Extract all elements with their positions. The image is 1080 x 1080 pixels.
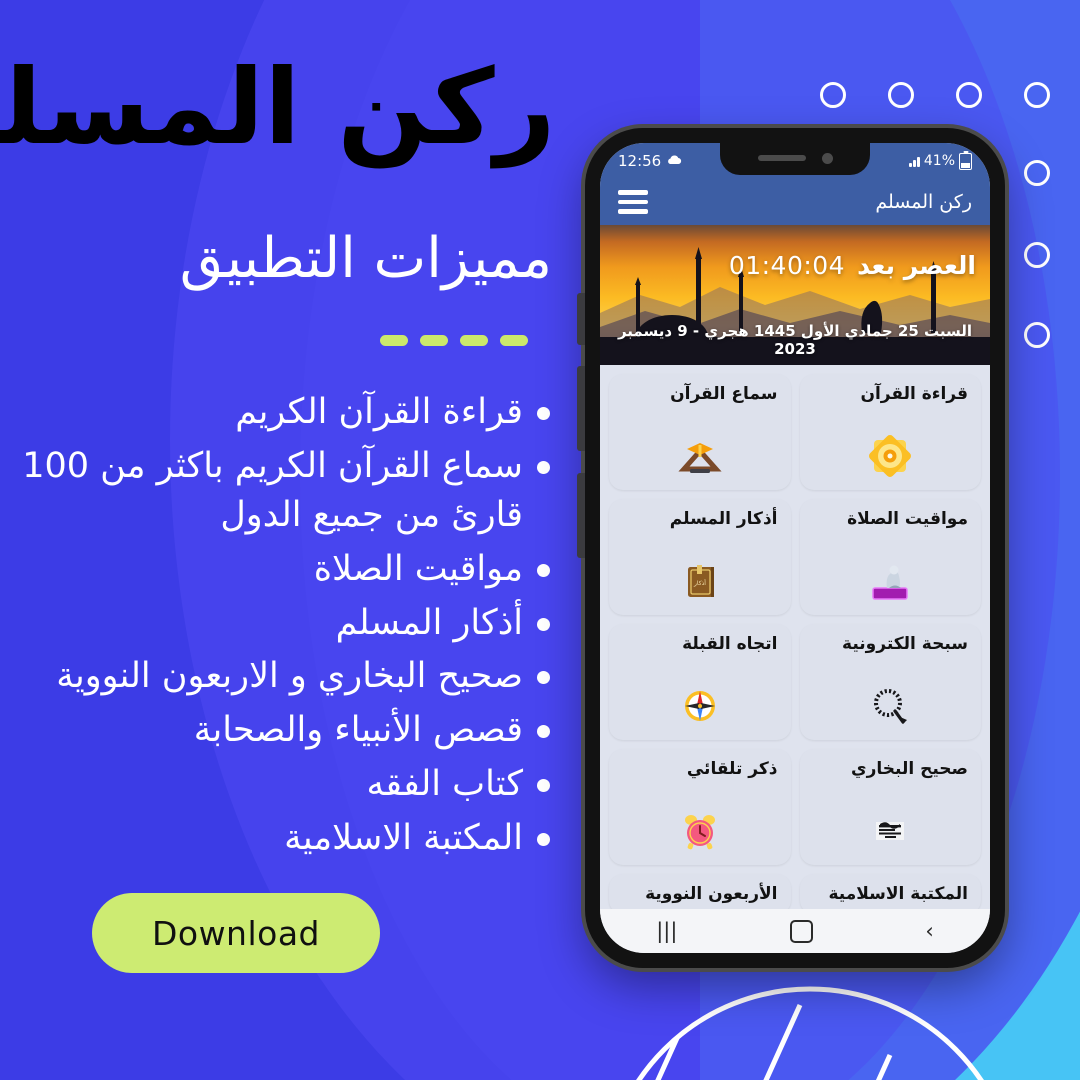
tile-label: قراءة القرآن — [860, 384, 968, 404]
status-bar-right: 41% — [909, 152, 972, 170]
praying-person-icon — [865, 556, 915, 606]
divider-dash — [420, 335, 448, 346]
phone-mockup: 12:56 41% ركن المسلم العصر بعد 01:40:04 … — [577, 128, 1005, 968]
app-bar: ركن المسلم — [600, 179, 990, 225]
star-ornament-icon — [865, 431, 915, 481]
bullet-icon — [537, 407, 550, 420]
tile-qibla[interactable]: اتجاه القبلة — [609, 624, 791, 740]
front-camera-icon — [821, 152, 833, 164]
tile-quran-listening[interactable]: سماع القرآن — [609, 374, 791, 490]
tile-label: اتجاه القبلة — [682, 634, 778, 654]
promo-canvas: ركن المسلم مميزات التطبيق قراءة القرآن ا… — [0, 0, 1080, 1080]
list-item: سماع القرآن الكريم باكثر من 100 قارئ من … — [20, 442, 550, 541]
list-item: المكتبة الاسلامية — [20, 814, 550, 864]
cloud-icon — [666, 152, 682, 170]
decor-circle-icon — [1024, 242, 1050, 268]
phone-notch — [720, 143, 870, 175]
tile-label: سبحة الكترونية — [842, 634, 968, 654]
phone-volume-up-button[interactable] — [577, 366, 585, 451]
feature-list: قراءة القرآن الكريم سماع القرآن الكريم ب… — [20, 388, 550, 867]
tile-label: صحيح البخاري — [851, 759, 968, 779]
bullet-icon — [537, 725, 550, 739]
page-title: ركن المسلم — [0, 46, 558, 168]
alarm-clock-icon — [675, 806, 725, 856]
feature-label: قصص الأنبياء والصحابة — [193, 710, 523, 751]
list-item: قراءة القرآن الكريم — [20, 388, 550, 438]
prayer-countdown-value: 01:40:04 — [728, 251, 846, 280]
prayer-countdown-row: العصر بعد 01:40:04 — [729, 251, 976, 280]
phone-screen: 12:56 41% ركن المسلم العصر بعد 01:40:04 … — [600, 143, 990, 953]
list-item: صحيح البخاري و الاربعون النووية — [20, 652, 550, 702]
hijri-date-label: السبت 25 جمادي الأول 1445 هجري - 9 ديسمب… — [617, 322, 973, 358]
bullet-icon — [537, 671, 550, 685]
decor-circle-icon — [888, 82, 914, 108]
status-bar-left: 12:56 — [618, 152, 682, 170]
tile-label: ذكر تلقائي — [686, 759, 778, 779]
signal-bars-icon — [909, 155, 920, 167]
prayer-banner: العصر بعد 01:40:04 السبت 25 جمادي الأول … — [600, 225, 990, 365]
feature-label: كتاب الفقه — [366, 763, 523, 804]
status-bar: 12:56 41% — [600, 143, 990, 179]
android-nav-bar: ||| ‹ — [600, 909, 990, 953]
list-item: مواقيت الصلاة — [20, 545, 550, 595]
decor-circle-icon — [1024, 82, 1050, 108]
compass-icon — [675, 681, 725, 731]
feature-label: أذكار المسلم — [335, 602, 523, 643]
tile-azkar[interactable]: أذكار المسلم أذكار — [609, 499, 791, 615]
decor-circle-icon — [1024, 322, 1050, 348]
divider-dashes — [380, 335, 528, 346]
feature-label: المكتبة الاسلامية — [284, 817, 523, 858]
prayer-beads-icon — [865, 681, 915, 731]
tile-label: مواقيت الصلاة — [847, 509, 968, 529]
hamburger-menu-icon[interactable] — [618, 190, 648, 214]
bullet-icon — [537, 617, 550, 631]
tile-quran-reading[interactable]: قراءة القرآن — [799, 374, 981, 490]
divider-dash — [460, 335, 488, 346]
tile-auto-dhikr[interactable]: ذكر تلقائي — [609, 749, 791, 865]
feature-label: قراءة القرآن الكريم — [235, 392, 523, 432]
tile-label: المكتبة الاسلامية — [828, 884, 969, 904]
divider-dash — [500, 335, 528, 346]
feature-label: مواقيت الصلاة — [313, 549, 523, 590]
bukhari-calligraphy-icon — [865, 806, 915, 856]
divider-dash — [380, 335, 408, 346]
page-subtitle: مميزات التطبيق — [179, 226, 552, 291]
decor-circle-icon — [1024, 160, 1050, 186]
download-button[interactable]: Download — [92, 893, 380, 973]
list-item: كتاب الفقه — [20, 760, 550, 810]
bullet-icon — [537, 460, 550, 474]
tile-bukhari[interactable]: صحيح البخاري — [799, 749, 981, 865]
phone-side-button[interactable] — [577, 293, 585, 345]
tile-islamic-library[interactable]: المكتبة الاسلامية — [799, 874, 981, 909]
tile-tasbeeh[interactable]: سبحة الكترونية — [799, 624, 981, 740]
azkar-book-icon: أذكار — [675, 556, 725, 606]
feature-label: سماع القرآن الكريم باكثر من 100 قارئ من … — [22, 445, 523, 536]
recents-icon[interactable]: ||| — [656, 920, 677, 942]
status-time: 12:56 — [618, 152, 662, 170]
earpiece-speaker — [757, 155, 806, 161]
home-icon[interactable] — [789, 919, 813, 943]
prayer-name-label: العصر بعد — [857, 251, 976, 280]
decor-circle-icon — [820, 82, 846, 108]
phone-volume-down-button[interactable] — [577, 473, 585, 558]
feature-grid: قراءة القرآن سماع القرآن مواقيت الصلاة أ… — [600, 365, 990, 909]
list-item: قصص الأنبياء والصحابة — [20, 706, 550, 756]
decor-circle-icon — [956, 82, 982, 108]
battery-percent: 41% — [923, 153, 955, 169]
tile-prayer-times[interactable]: مواقيت الصلاة — [799, 499, 981, 615]
battery-icon — [959, 152, 972, 170]
tile-label: الأربعون النووية — [645, 884, 778, 904]
tile-label: أذكار المسلم — [669, 509, 778, 529]
svg-text:أذكار: أذكار — [693, 579, 706, 587]
tile-label: سماع القرآن — [670, 384, 778, 404]
quran-stand-icon — [675, 431, 725, 481]
bullet-icon — [537, 778, 550, 792]
tile-forty-nawawi[interactable]: الأربعون النووية — [609, 874, 791, 909]
bullet-icon — [537, 564, 550, 578]
back-icon[interactable]: ‹ — [925, 920, 933, 942]
app-title: ركن المسلم — [875, 191, 972, 213]
feature-label: صحيح البخاري و الاربعون النووية — [56, 656, 523, 697]
bullet-icon — [537, 832, 550, 846]
list-item: أذكار المسلم — [20, 599, 550, 649]
